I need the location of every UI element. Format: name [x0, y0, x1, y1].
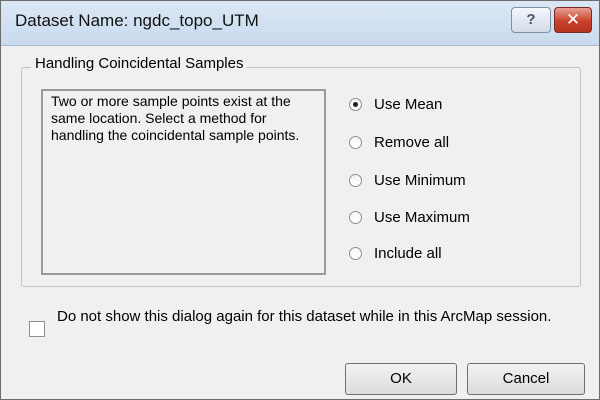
radio-circle-icon: [349, 98, 362, 111]
close-icon: ✕: [565, 10, 581, 29]
radio-circle-icon: [349, 136, 362, 149]
dialog-title: Dataset Name: ngdc_topo_UTM: [15, 11, 259, 30]
dataset-dialog: Dataset Name: ngdc_topo_UTM ? ✕ Handling…: [0, 0, 600, 400]
radio-label: Include all: [374, 245, 442, 262]
description-text: Two or more sample points exist at the s…: [51, 93, 300, 143]
radio-label: Remove all: [374, 134, 450, 151]
dont-show-again-checkbox[interactable]: [29, 321, 45, 337]
help-button[interactable]: ?: [511, 7, 551, 33]
radio-selected-dot: [353, 102, 358, 107]
description-box: Two or more sample points exist at the s…: [41, 89, 326, 275]
radio-circle-icon: [349, 247, 362, 260]
group-legend: Handling Coincidental Samples: [31, 55, 248, 72]
radio-label: Use Minimum: [374, 172, 466, 189]
radio-label: Use Maximum: [374, 209, 470, 226]
dont-show-again-label: Do not show this dialog again for this d…: [57, 308, 552, 325]
help-icon: ?: [526, 11, 536, 28]
radio-label: Use Mean: [374, 96, 443, 113]
ok-button[interactable]: OK: [345, 363, 457, 395]
cancel-button[interactable]: Cancel: [467, 363, 585, 395]
radio-circle-icon: [349, 174, 362, 187]
close-button[interactable]: ✕: [554, 7, 592, 33]
title-bar: Dataset Name: ngdc_topo_UTM ? ✕: [1, 1, 599, 46]
radio-circle-icon: [349, 211, 362, 224]
